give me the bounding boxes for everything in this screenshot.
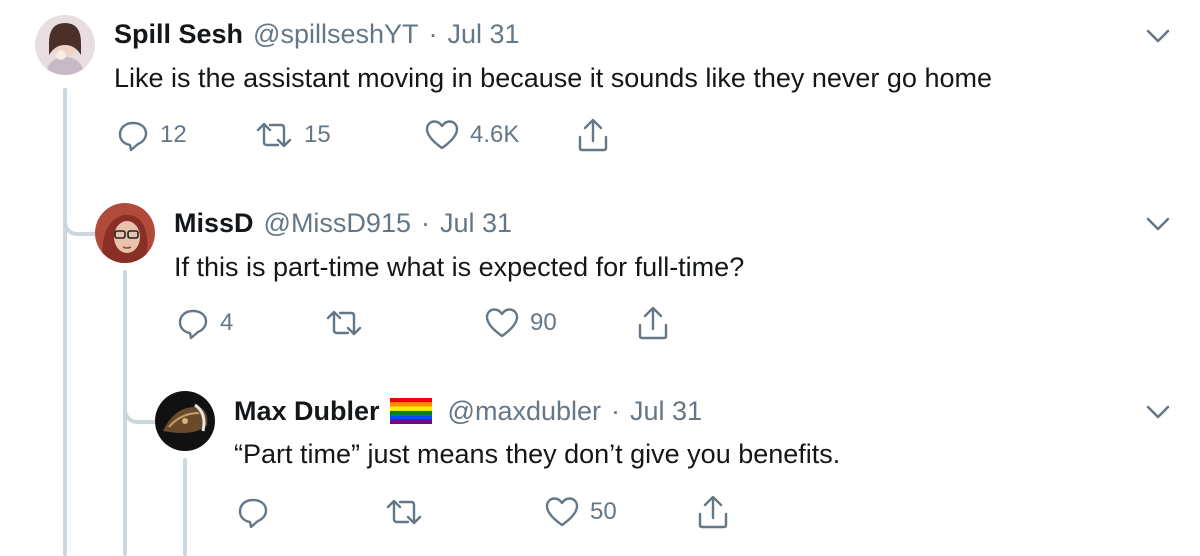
retweet-count: 15 — [304, 121, 331, 148]
separator: · — [428, 19, 438, 49]
share-icon — [636, 305, 670, 341]
reply-icon — [176, 306, 210, 340]
reply-button[interactable]: 4 — [176, 303, 233, 343]
share-icon — [696, 494, 730, 530]
reply-icon — [116, 118, 150, 152]
like-icon — [424, 118, 460, 152]
user-handle[interactable]: @spillseshYT — [253, 18, 418, 50]
tweet-text: “Part time” just means they don’t give y… — [234, 439, 841, 469]
like-button[interactable]: 50 — [544, 492, 617, 532]
tweet-text: Like is the assistant moving in because … — [114, 63, 992, 93]
like-count: 50 — [590, 498, 617, 525]
share-icon — [576, 117, 610, 153]
tweet-header: MissD @MissD915 · Jul 31 — [174, 207, 512, 239]
rainbow-flag-icon — [389, 398, 432, 424]
reply-icon — [236, 495, 270, 529]
tweet-date[interactable]: Jul 31 — [448, 18, 520, 50]
user-handle[interactable]: @MissD915 — [264, 207, 411, 239]
like-count: 90 — [530, 309, 557, 336]
share-button[interactable] — [576, 115, 610, 155]
avatar[interactable] — [155, 391, 215, 451]
chevron-down-icon[interactable] — [1143, 212, 1173, 236]
retweet-icon — [384, 495, 424, 529]
like-icon — [544, 495, 580, 529]
retweet-icon — [254, 118, 294, 152]
tweet-header: Spill Sesh @spillseshYT · Jul 31 — [114, 18, 520, 50]
reply-count: 4 — [220, 309, 234, 336]
thread-line-reply-2 — [183, 458, 187, 556]
like-button[interactable]: 4.6K — [424, 115, 519, 155]
display-name[interactable]: Max Dubler — [234, 395, 380, 427]
like-button[interactable]: 90 — [484, 303, 557, 343]
retweet-button[interactable]: 15 — [254, 115, 331, 155]
tweet-header: Max Dubler @maxdubler · Jul 31 — [234, 395, 702, 427]
tweet-actions: 50 — [236, 492, 756, 532]
tweet-text: If this is part-time what is expected fo… — [174, 252, 745, 282]
tweet-date[interactable]: Jul 31 — [440, 207, 512, 239]
chevron-down-icon[interactable] — [1143, 24, 1173, 48]
reply-button[interactable] — [236, 492, 280, 532]
share-button[interactable] — [636, 303, 670, 343]
retweet-icon — [324, 306, 364, 340]
separator: · — [420, 208, 430, 238]
like-icon — [484, 306, 520, 340]
avatar[interactable] — [95, 203, 155, 263]
avatar[interactable] — [35, 15, 95, 75]
thread-branch-1 — [63, 200, 95, 236]
thread-line-main — [63, 88, 67, 556]
retweet-button[interactable] — [384, 492, 434, 532]
like-count: 4.6K — [470, 121, 520, 148]
tweet-actions: 4 90 — [176, 303, 696, 343]
chevron-down-icon[interactable] — [1143, 400, 1173, 424]
user-handle[interactable]: @maxdubler — [448, 395, 601, 427]
retweet-button[interactable] — [324, 303, 374, 343]
reply-count: 12 — [160, 121, 187, 148]
share-button[interactable] — [696, 492, 730, 532]
thread-branch-2 — [123, 388, 155, 424]
display-name[interactable]: Spill Sesh — [114, 18, 243, 50]
tweet-actions: 12 15 4.6K — [116, 115, 636, 155]
tweet-date[interactable]: Jul 31 — [630, 395, 702, 427]
reply-button[interactable]: 12 — [116, 115, 187, 155]
display-name[interactable]: MissD — [174, 207, 254, 239]
separator: · — [611, 396, 621, 426]
